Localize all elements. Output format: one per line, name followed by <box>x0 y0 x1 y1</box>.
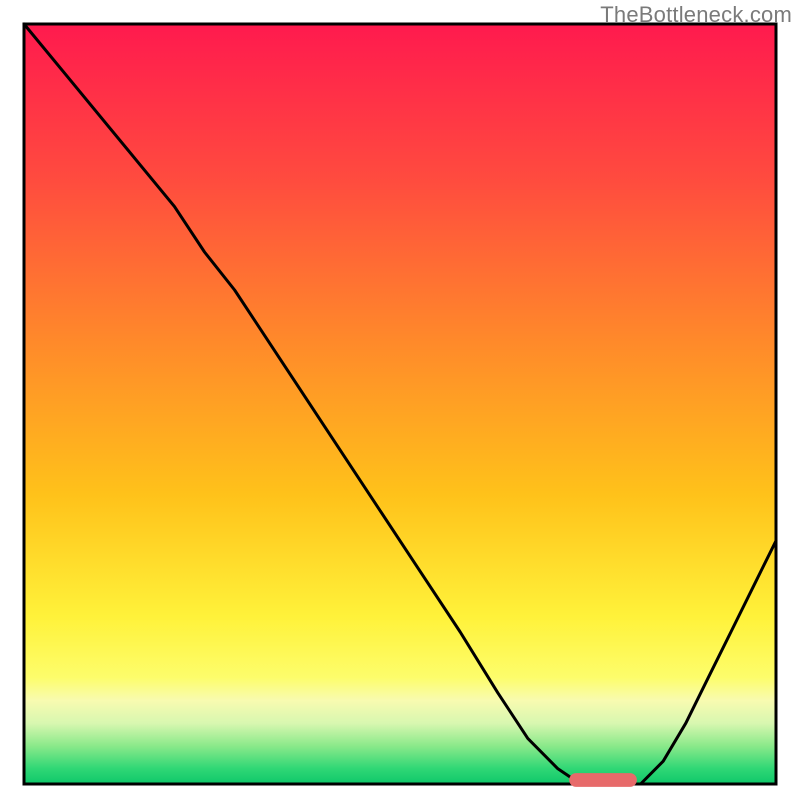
chart-container: TheBottleneck.com <box>0 0 800 800</box>
min-marker <box>569 773 637 787</box>
line-chart <box>0 0 800 800</box>
watermark-text: TheBottleneck.com <box>600 2 792 28</box>
gradient-background <box>24 24 776 784</box>
